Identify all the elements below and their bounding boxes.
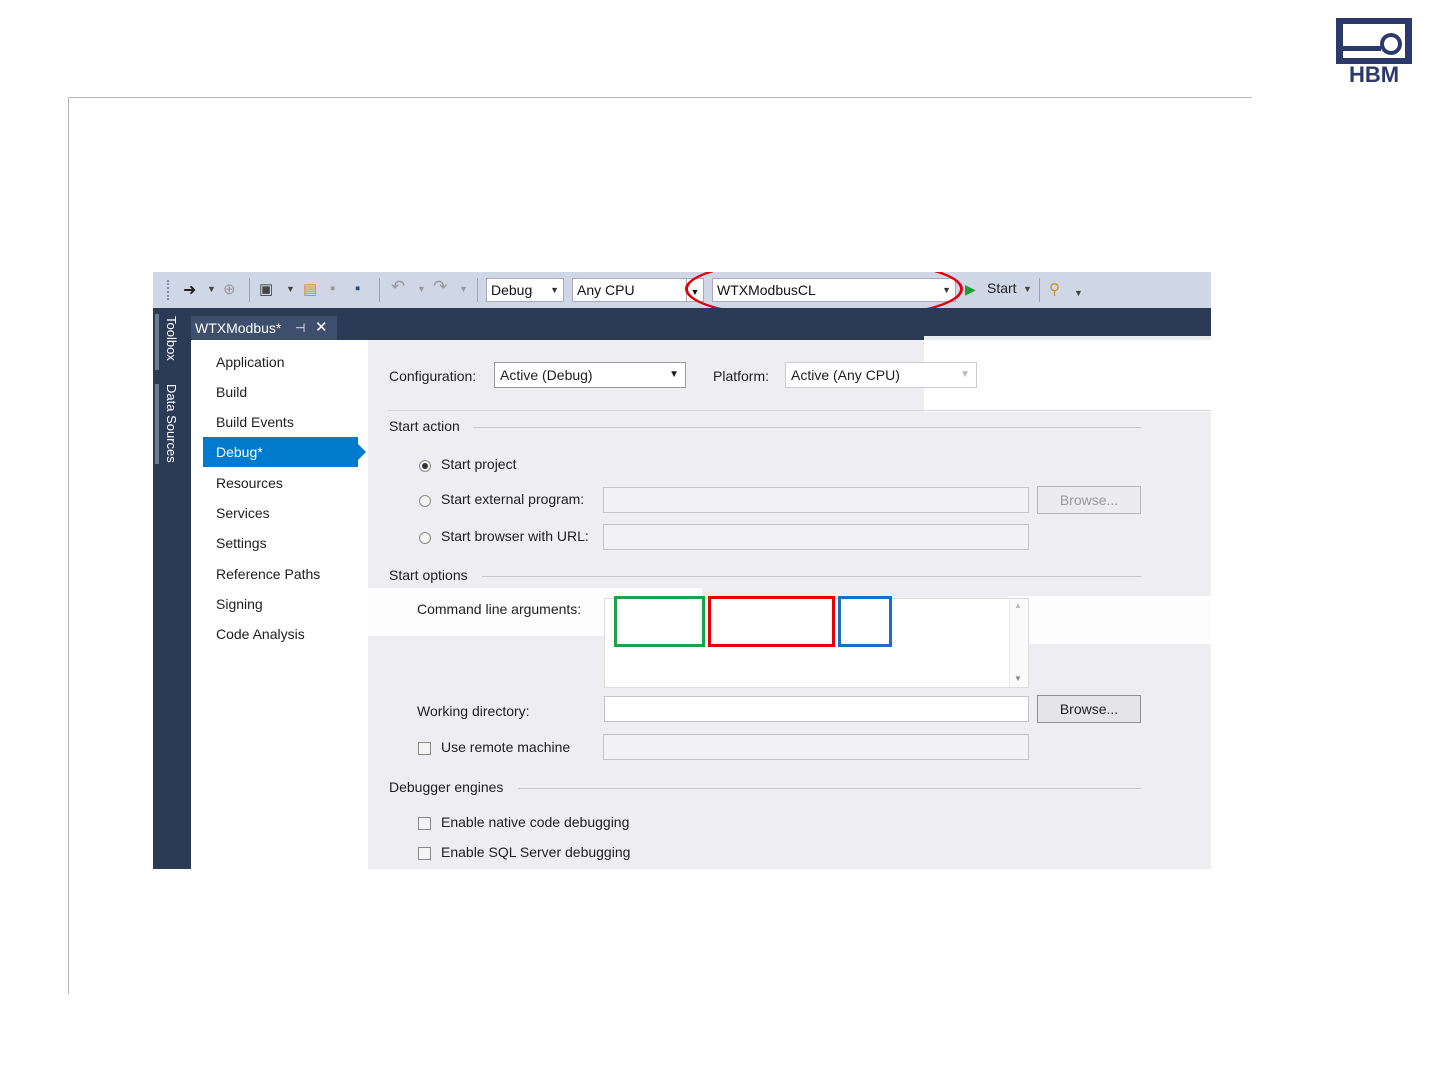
sql-debugging-label[interactable]: Enable SQL Server debugging [441, 844, 630, 860]
data-sources-tab[interactable]: Data Sources [164, 384, 179, 463]
toolbar-overflow-icon[interactable]: ▼ [1074, 288, 1083, 298]
debugger-engines-header: Debugger engines [389, 779, 504, 795]
nav-item-resources[interactable]: Resources [203, 468, 358, 498]
nav-item-application[interactable]: Application [203, 347, 358, 377]
start-options-header: Start options [389, 567, 468, 583]
overlay-patch [1008, 596, 1211, 644]
chevron-down-icon: ▼ [960, 369, 970, 380]
toolbar-separator [477, 278, 478, 302]
solution-platform-value: Any CPU [577, 282, 635, 298]
configuration-dropdown[interactable]: Active (Debug) ▼ [494, 362, 686, 388]
close-icon[interactable]: ✕ [315, 316, 328, 340]
project-properties-nav: Application Build Build Events Debug* Re… [191, 340, 368, 869]
toolbar-grip[interactable] [167, 280, 173, 300]
start-external-label[interactable]: Start external program: [441, 491, 584, 507]
undo-icon[interactable]: ↶ [391, 277, 405, 297]
highlight-box-red [708, 596, 835, 647]
start-action-rule [473, 427, 1141, 428]
start-action-header: Start action [389, 418, 460, 434]
find-in-files-icon[interactable]: ⚲ [1049, 280, 1060, 298]
nav-item-build[interactable]: Build [203, 377, 358, 407]
toolbar-separator [249, 278, 250, 302]
back-dropdown-icon[interactable]: ▼ [207, 284, 216, 294]
undo-dropdown-icon[interactable]: ▼ [417, 284, 426, 294]
nav-item-settings[interactable]: Settings [203, 528, 358, 558]
browser-url-input[interactable] [603, 524, 1029, 550]
scroll-down-icon[interactable]: ▼ [1014, 674, 1022, 683]
start-project-radio[interactable] [419, 460, 431, 472]
save-all-icon[interactable]: ▪ [355, 280, 360, 297]
visual-studio-screenshot: ➜ ▼ ⊕ ▣ ▼ ▤ ▪ ▪ ↶ ▼ ↷ ▼ Debug ▼ Any CPU … [153, 272, 1211, 869]
nav-item-build-events[interactable]: Build Events [203, 407, 358, 437]
header-divider [388, 410, 1211, 411]
platform-label: Platform: [713, 368, 770, 384]
external-browse-button[interactable]: Browse... [1037, 486, 1141, 514]
debugger-engines-rule [518, 788, 1141, 789]
chevron-down-icon: ▼ [550, 285, 559, 295]
start-browser-label[interactable]: Start browser with URL: [441, 528, 589, 544]
command-line-args-label: Command line arguments: [417, 601, 582, 617]
document-tab-wtxmodbus[interactable]: WTXModbus* ⊣ ✕ [191, 316, 337, 340]
highlight-box-blue [838, 596, 892, 647]
working-directory-label: Working directory: [417, 703, 530, 719]
toolbox-tab[interactable]: Toolbox [164, 316, 179, 361]
working-directory-input[interactable] [604, 696, 1029, 722]
document-tab-title: WTXModbus* [195, 320, 282, 336]
sql-debugging-checkbox[interactable] [418, 847, 431, 860]
toolbox-tab-indicator [155, 314, 159, 370]
hbm-logo: HBM [1336, 18, 1412, 86]
start-browser-radio[interactable] [419, 532, 431, 544]
start-dropdown-icon[interactable]: ▼ [1023, 284, 1032, 294]
scroll-up-icon[interactable]: ▲ [1014, 601, 1022, 610]
chevron-down-icon: ▼ [669, 369, 679, 380]
working-directory-browse-button[interactable]: Browse... [1037, 695, 1141, 723]
redo-icon[interactable]: ↷ [433, 277, 447, 297]
start-project-label[interactable]: Start project [441, 456, 516, 472]
start-options-rule [482, 576, 1141, 577]
logo-text: HBM [1348, 62, 1400, 87]
save-icon[interactable]: ▪ [330, 280, 335, 297]
new-project-icon[interactable]: ▣ [259, 280, 273, 298]
configuration-label: Configuration: [389, 368, 477, 384]
slide-left-rule [68, 97, 69, 994]
textarea-scrollbar[interactable]: ▲ ▼ [1009, 599, 1028, 687]
pin-icon[interactable]: ⊣ [295, 316, 305, 340]
debug-properties-page: Configuration: Active (Debug) ▼ Platform… [368, 336, 1211, 869]
nav-item-services[interactable]: Services [203, 498, 358, 528]
platform-value: Active (Any CPU) [791, 367, 900, 383]
native-debugging-label[interactable]: Enable native code debugging [441, 814, 629, 830]
native-debugging-checkbox[interactable] [418, 817, 431, 830]
start-external-radio[interactable] [419, 495, 431, 507]
highlight-box-green [614, 596, 705, 647]
nav-item-code-analysis[interactable]: Code Analysis [203, 619, 358, 649]
solution-configuration-value: Debug [491, 282, 533, 298]
start-button[interactable]: Start [987, 280, 1017, 296]
toolbar-separator [379, 278, 380, 302]
slide-top-rule [68, 97, 1252, 98]
toolbar-separator [1039, 278, 1040, 302]
start-play-icon[interactable]: ▶ [965, 281, 976, 298]
tool-window-strip: Toolbox Data Sources [153, 308, 191, 869]
redo-dropdown-icon[interactable]: ▼ [459, 284, 468, 294]
external-program-input[interactable] [603, 487, 1029, 513]
configuration-value: Active (Debug) [500, 367, 593, 383]
new-dropdown-icon[interactable]: ▼ [286, 284, 295, 294]
open-file-icon[interactable]: ▤ [303, 280, 317, 298]
nav-item-signing[interactable]: Signing [203, 589, 358, 619]
standard-toolbar: ➜ ▼ ⊕ ▣ ▼ ▤ ▪ ▪ ↶ ▼ ↷ ▼ Debug ▼ Any CPU … [153, 272, 1211, 321]
data-sources-tab-indicator [155, 384, 159, 464]
use-remote-checkbox[interactable] [418, 742, 431, 755]
use-remote-label[interactable]: Use remote machine [441, 739, 570, 755]
forward-icon[interactable]: ⊕ [223, 280, 236, 298]
back-icon[interactable]: ➜ [183, 280, 196, 300]
platform-dropdown[interactable]: Active (Any CPU) ▼ [785, 362, 977, 388]
remote-machine-input[interactable] [603, 734, 1029, 760]
nav-item-reference-paths[interactable]: Reference Paths [203, 559, 358, 589]
nav-item-debug[interactable]: Debug* [203, 437, 366, 467]
solution-configuration-combo[interactable]: Debug ▼ [486, 278, 564, 302]
